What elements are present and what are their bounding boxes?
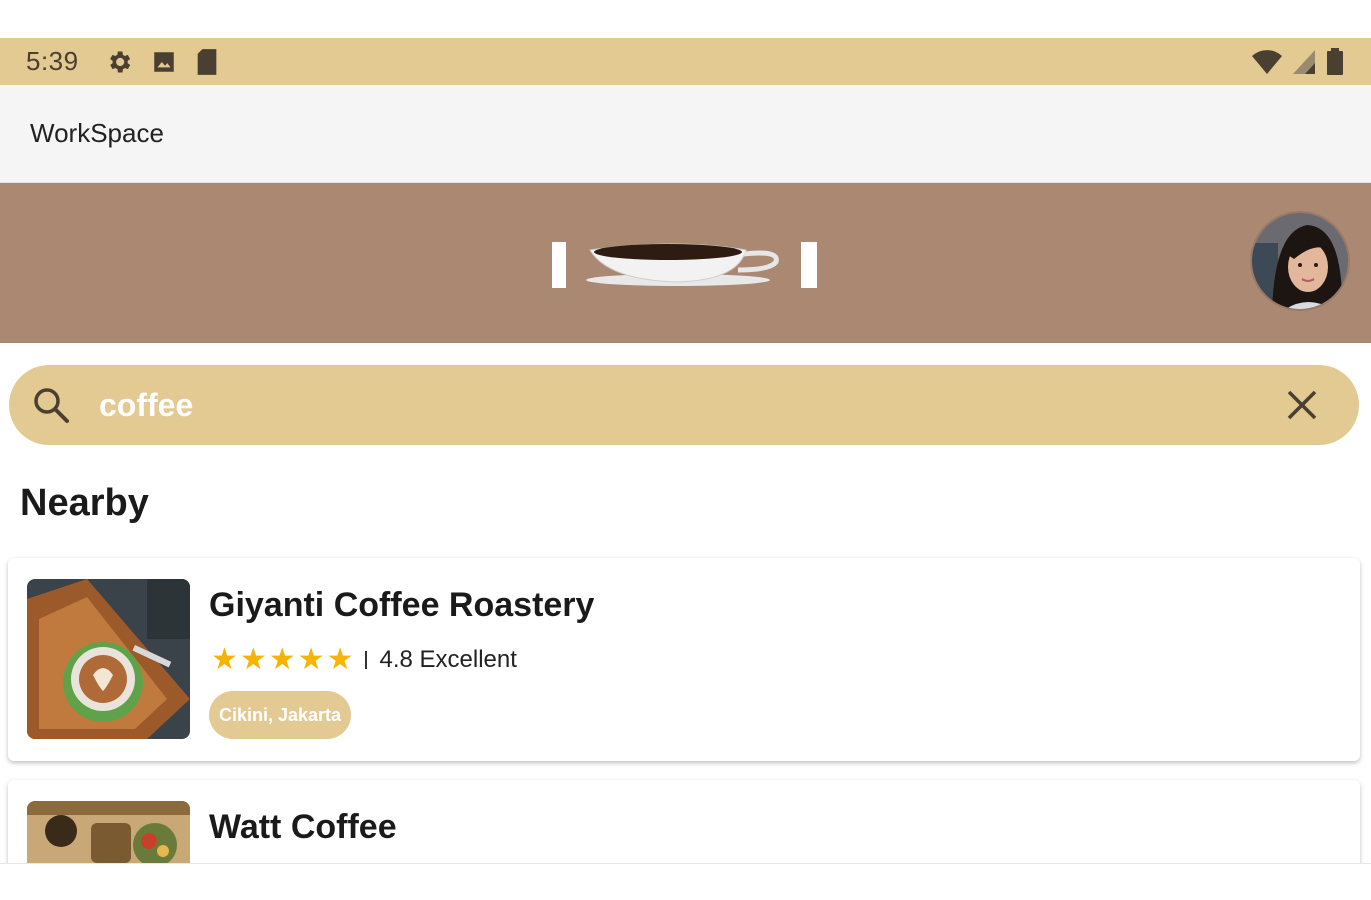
rating-text: 4.8 Excellent — [379, 645, 517, 673]
coffee-cup-logo — [552, 242, 817, 288]
section-title: Nearby — [20, 482, 149, 524]
star-rating: ★★★★★ — [211, 643, 356, 676]
location-chip[interactable]: Cikini, Jakarta — [209, 691, 352, 739]
photo-icon — [153, 51, 174, 72]
search-icon — [34, 388, 69, 423]
signal-icon — [1293, 49, 1315, 74]
status-time: 5:39 — [26, 46, 79, 76]
search-input[interactable] — [99, 386, 1285, 424]
divider — [365, 650, 368, 669]
battery-icon — [1327, 47, 1343, 75]
app-title: WorkSpace — [30, 118, 164, 148]
bottom-edge — [0, 863, 1371, 900]
status-right-icons — [1251, 47, 1345, 77]
search-bar[interactable] — [9, 365, 1359, 445]
app-bar: WorkSpace — [0, 85, 1371, 183]
status-left-icons — [105, 48, 219, 76]
place-name: Watt Coffee — [209, 808, 397, 846]
place-thumbnail — [27, 579, 190, 739]
wifi-icon — [1252, 49, 1282, 74]
close-icon[interactable] — [1285, 388, 1319, 422]
place-name: Giyanti Coffee Roastery — [209, 586, 595, 624]
status-bar: 5:39 — [0, 38, 1371, 85]
latte-image — [27, 579, 190, 739]
rating-row: ★★★★★ 4.8 Excellent — [211, 642, 517, 677]
place-card[interactable]: Giyanti Coffee Roastery ★★★★★ 4.8 Excell… — [8, 558, 1360, 761]
user-avatar[interactable] — [1250, 211, 1350, 311]
avatar-image — [1252, 213, 1348, 309]
gear-icon — [109, 51, 130, 72]
sd-card-icon — [197, 48, 216, 75]
